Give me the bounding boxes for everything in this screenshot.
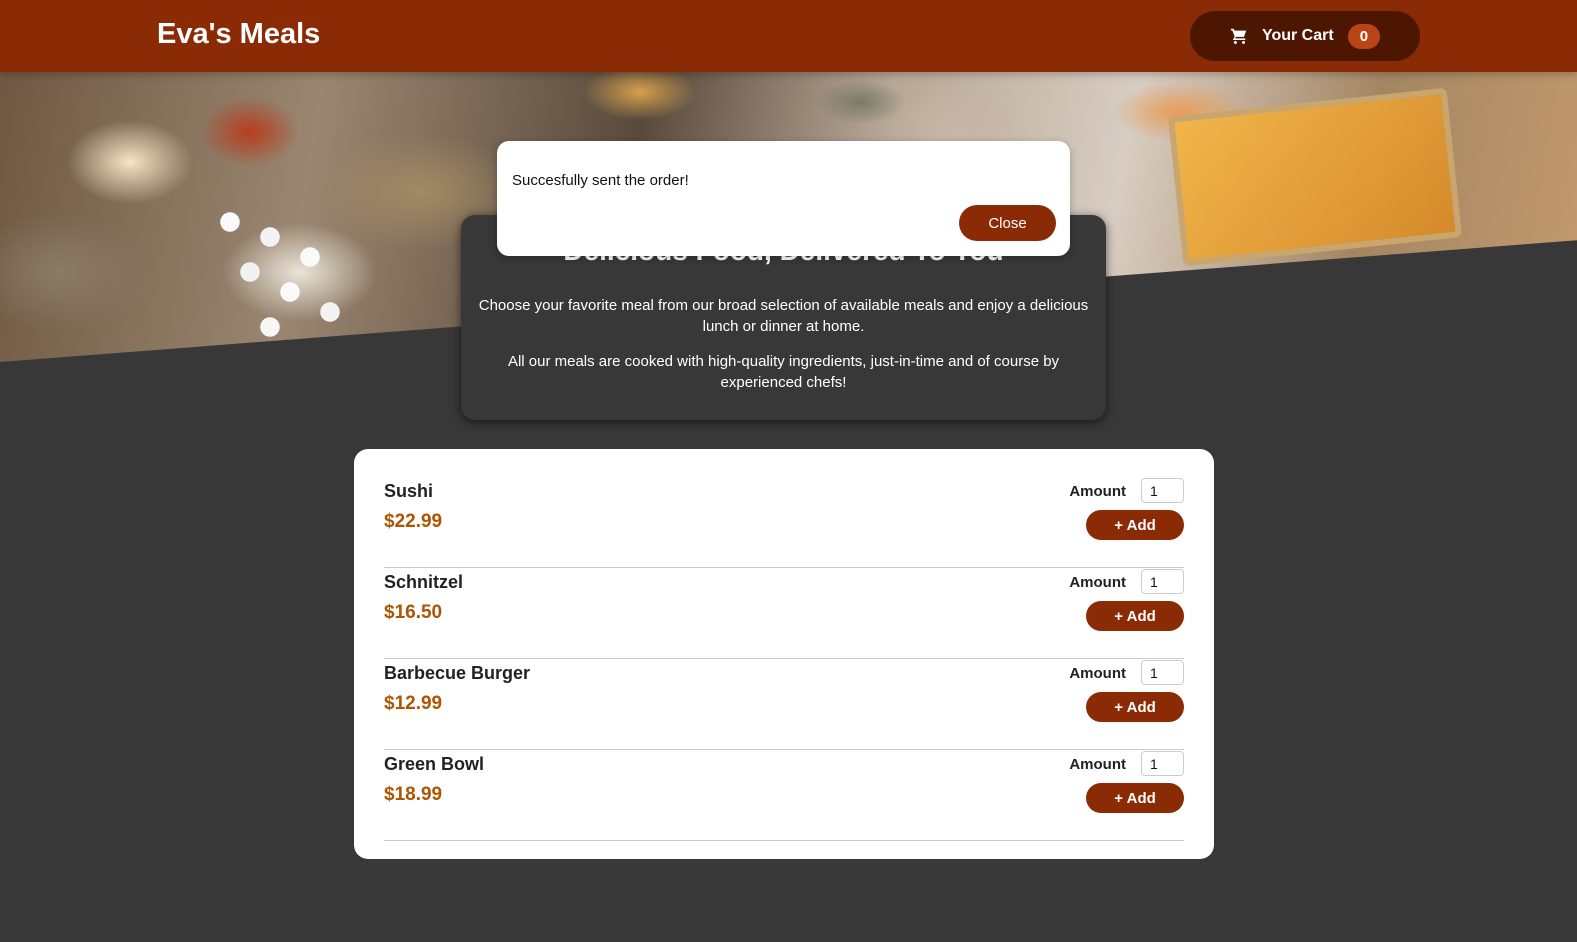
amount-label: Amount bbox=[1069, 483, 1126, 500]
summary-paragraph-2: All our meals are cooked with high-quali… bbox=[507, 353, 1060, 391]
summary-paragraph-1: Choose your favorite meal from our broad… bbox=[478, 297, 1089, 335]
meals-list: Sushi $22.99 Amount + Add Schnitzel $16.… bbox=[354, 449, 1214, 859]
amount-label: Amount bbox=[1069, 665, 1126, 682]
add-button[interactable]: + Add bbox=[1086, 510, 1184, 540]
meal-item: Barbecue Burger $12.99 Amount + Add bbox=[384, 659, 1184, 750]
meal-item: Schnitzel $16.50 Amount + Add bbox=[384, 568, 1184, 659]
add-button[interactable]: + Add bbox=[1086, 692, 1184, 722]
meal-price: $12.99 bbox=[384, 693, 443, 714]
meal-item: Sushi $22.99 Amount + Add bbox=[384, 477, 1184, 568]
meal-name: Barbecue Burger bbox=[384, 663, 531, 683]
hero-tray-decoration bbox=[1167, 87, 1463, 267]
cart-button[interactable]: Your Cart 0 bbox=[1190, 11, 1420, 61]
order-success-modal: Succesfully sent the order! Close bbox=[497, 141, 1070, 256]
modal-message: Succesfully sent the order! bbox=[512, 172, 689, 189]
cart-count-badge: 0 bbox=[1347, 23, 1381, 49]
app-header: Eva's Meals Your Cart 0 bbox=[0, 0, 1577, 72]
amount-label: Amount bbox=[1069, 756, 1126, 773]
meal-name: Schnitzel bbox=[384, 572, 464, 592]
meal-price: $18.99 bbox=[384, 784, 443, 805]
meal-name: Sushi bbox=[384, 481, 434, 501]
add-button[interactable]: + Add bbox=[1086, 601, 1184, 631]
amount-input[interactable] bbox=[1141, 478, 1184, 503]
meal-price: $22.99 bbox=[384, 511, 443, 532]
hero-cups-decoration bbox=[210, 202, 380, 352]
amount-input[interactable] bbox=[1141, 569, 1184, 594]
close-button[interactable]: Close bbox=[959, 205, 1056, 241]
meal-price: $16.50 bbox=[384, 602, 443, 623]
amount-input[interactable] bbox=[1141, 660, 1184, 685]
amount-input[interactable] bbox=[1141, 751, 1184, 776]
cart-label: Your Cart bbox=[1261, 27, 1334, 44]
meal-name: Green Bowl bbox=[384, 754, 485, 774]
amount-label: Amount bbox=[1069, 574, 1126, 591]
brand-title: Eva's Meals bbox=[157, 18, 321, 50]
cart-icon bbox=[1230, 27, 1248, 45]
meal-item: Green Bowl $18.99 Amount + Add bbox=[384, 750, 1184, 841]
add-button[interactable]: + Add bbox=[1086, 783, 1184, 813]
